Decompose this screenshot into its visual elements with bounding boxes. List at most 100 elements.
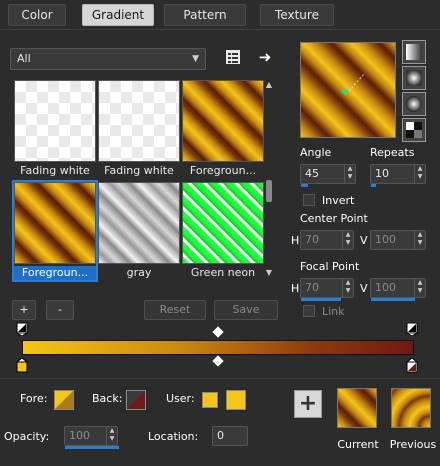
center-h-label: H — [291, 234, 300, 247]
gradient-thumbnail-image — [182, 80, 264, 162]
rectangular-style-icon[interactable] — [402, 66, 426, 90]
focal-h-label: H — [291, 282, 300, 295]
gradient-thumbnail[interactable]: Fading white — [98, 80, 180, 178]
center-v-stepper[interactable]: 100 ▲ ▼ — [370, 230, 426, 250]
opacity-value: 100 — [69, 429, 90, 442]
opacity-midpoint-icon[interactable] — [212, 326, 224, 338]
focal-h-stepper[interactable]: 70 ▲ ▼ — [300, 278, 354, 301]
save-button[interactable]: Save — [214, 300, 278, 320]
stepper-arrows-icon[interactable]: ▲ ▼ — [414, 279, 425, 297]
color-stop-left-icon[interactable] — [15, 357, 29, 374]
center-h-stepper[interactable]: 70 ▲ ▼ — [300, 230, 354, 250]
tab-gradient[interactable]: Gradient — [82, 4, 154, 26]
previous-label: Previous — [389, 438, 437, 451]
scrollbar-thumb[interactable] — [266, 180, 272, 202]
link-label: Link — [322, 305, 345, 318]
center-v-label: V — [360, 234, 368, 247]
scroll-down-icon[interactable]: ▼ — [264, 268, 274, 277]
user-label: User: — [166, 392, 195, 405]
current-material-swatch[interactable] — [337, 388, 377, 428]
add-gradient-button[interactable]: + — [12, 300, 36, 320]
tab-pattern[interactable]: Pattern — [164, 4, 246, 26]
sunburst-style-icon[interactable] — [402, 92, 426, 116]
opacity-stepper[interactable]: 100 ▲ ▼ — [64, 426, 119, 449]
angle-value: 45 — [305, 167, 319, 180]
focal-v-value: 100 — [375, 281, 396, 294]
gradient-thumbnail-image — [98, 182, 180, 264]
focal-point-label: Focal Point — [300, 260, 360, 273]
gradient-thumbnail-label: Fading white — [104, 164, 174, 177]
tab-divider — [0, 29, 440, 30]
section-divider — [0, 378, 440, 379]
angle-label: Angle — [300, 146, 332, 159]
repeats-value: 10 — [375, 167, 389, 180]
location-value: 0 — [217, 429, 224, 442]
arrow-right-icon[interactable]: ➜ — [256, 48, 274, 66]
invert-checkbox[interactable] — [303, 194, 315, 206]
gradient-thumbnail-label: Foregroun... — [14, 266, 96, 280]
gradient-thumbnail-label: Fading white — [20, 164, 90, 177]
gradient-thumbnail-image — [14, 182, 96, 264]
linear-style-icon[interactable] — [402, 40, 426, 64]
stepper-arrows-icon[interactable]: ▲ ▼ — [106, 427, 117, 445]
gradient-thumbnail[interactable]: Fading white — [14, 80, 96, 178]
gradient-thumbnail-image — [14, 80, 96, 162]
repeats-label: Repeats — [370, 146, 415, 159]
center-h-value: 70 — [305, 233, 319, 246]
gradient-thumbnail-label: Green neon — [190, 266, 256, 279]
tab-color[interactable]: Color — [8, 4, 66, 26]
focal-h-level-bar — [301, 298, 341, 301]
invert-label: Invert — [322, 194, 355, 207]
gradient-thumbnail[interactable]: Foregroun... — [182, 80, 264, 178]
stepper-arrows-icon[interactable]: ▲ ▼ — [414, 165, 425, 183]
category-value: All — [17, 52, 31, 65]
list-view-icon[interactable] — [224, 48, 242, 66]
stepper-arrows-icon[interactable]: ▲ ▼ — [414, 231, 425, 249]
gradient-preview-bar[interactable] — [22, 340, 414, 355]
gradient-thumbnail[interactable]: Foregroun... — [12, 180, 98, 282]
gradient-thumbnail-label: Foregroun... — [189, 164, 257, 177]
gradient-thumbnail[interactable]: gray — [98, 182, 180, 280]
category-dropdown[interactable]: All ▼ — [10, 48, 206, 70]
opacity-stop-left-icon[interactable] — [15, 322, 29, 337]
link-checkbox[interactable] — [303, 305, 315, 317]
stepper-arrows-icon[interactable]: ▲ ▼ — [342, 279, 353, 297]
focal-v-stepper[interactable]: 100 ▲ ▼ — [370, 278, 426, 301]
user-swatch-2[interactable] — [226, 390, 246, 410]
color-stop-right-icon[interactable] — [405, 357, 419, 374]
thumbnail-scrollbar[interactable]: ▲ ▼ — [264, 80, 274, 278]
chevron-down-icon: ▼ — [192, 54, 199, 64]
opacity-level-bar — [65, 446, 119, 449]
gradient-preview[interactable] — [300, 42, 396, 138]
stepper-arrows-icon[interactable]: ▲ ▼ — [342, 231, 353, 249]
gradient-thumbnail-image — [182, 182, 264, 264]
fore-swatch[interactable] — [54, 390, 74, 410]
center-point-label: Center Point — [300, 212, 368, 225]
previous-material-swatch[interactable] — [391, 388, 431, 428]
current-label: Current — [337, 438, 379, 451]
back-swatch[interactable] — [126, 390, 146, 410]
location-field[interactable]: 0 — [212, 426, 248, 446]
scroll-up-icon[interactable]: ▲ — [264, 80, 274, 89]
opacity-stop-right-icon[interactable] — [405, 322, 419, 337]
focal-v-label: V — [360, 282, 368, 295]
add-swatch-icon[interactable]: + — [294, 390, 322, 418]
radial-style-icon[interactable] — [402, 118, 426, 142]
repeats-stepper[interactable]: 10 ▲ ▼ — [370, 164, 426, 187]
gradient-thumbnail-label: gray — [126, 266, 152, 279]
stepper-arrows-icon[interactable]: ▲ ▼ — [344, 165, 355, 183]
back-label: Back: — [92, 392, 123, 405]
center-v-value: 100 — [375, 233, 396, 246]
remove-gradient-button[interactable]: - — [46, 300, 74, 320]
repeats-level-bar — [371, 184, 377, 187]
gradient-thumbnail[interactable]: Green neon — [182, 182, 264, 280]
reset-button[interactable]: Reset — [144, 300, 206, 320]
focal-v-level-bar — [371, 298, 415, 301]
color-midpoint-icon[interactable] — [212, 355, 224, 367]
angle-level-bar — [301, 184, 309, 187]
location-label: Location: — [148, 430, 199, 443]
opacity-label: Opacity: — [4, 430, 50, 443]
user-swatch-1[interactable] — [202, 392, 218, 408]
tab-texture[interactable]: Texture — [260, 4, 334, 26]
angle-stepper[interactable]: 45 ▲ ▼ — [300, 164, 356, 187]
